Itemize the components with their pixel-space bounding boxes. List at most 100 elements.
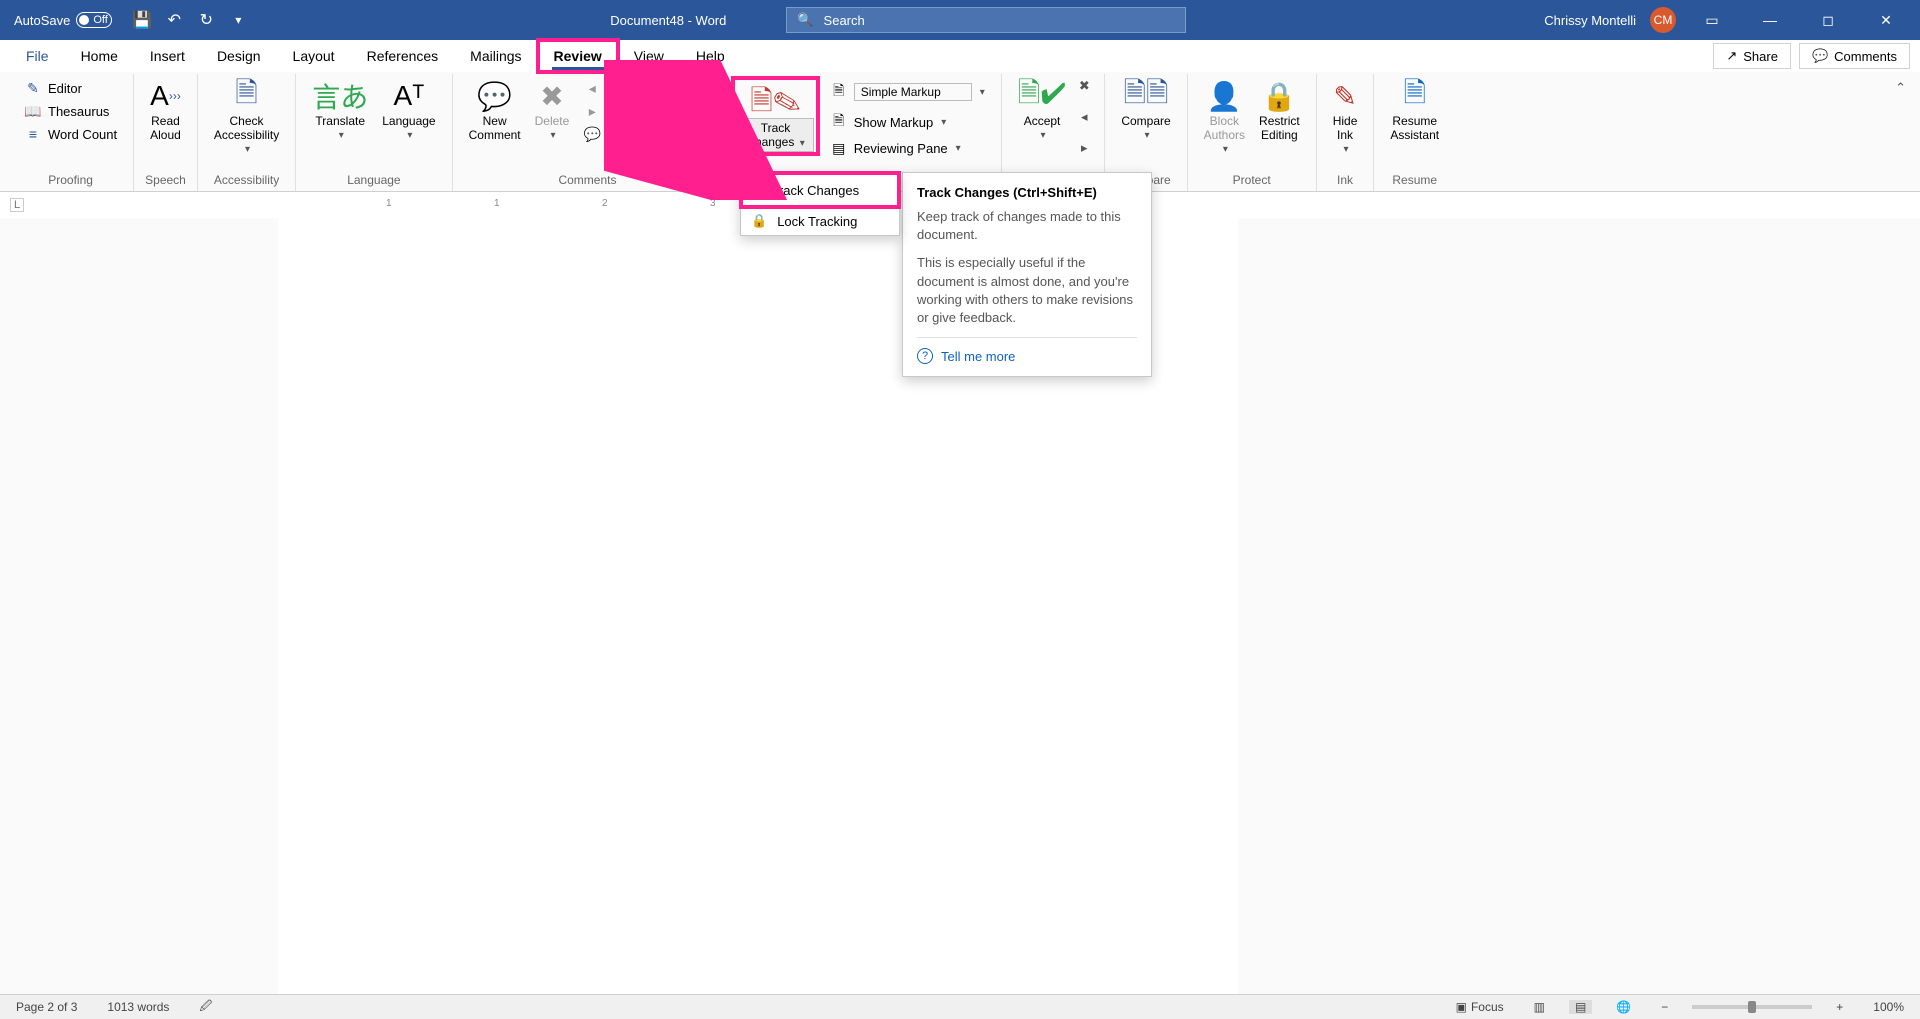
next-change-button[interactable]: ▸: [1074, 140, 1094, 158]
zoom-level[interactable]: 100%: [1867, 1000, 1910, 1014]
tab-home[interactable]: Home: [65, 40, 134, 72]
spell-check-icon[interactable]: 🖉: [193, 997, 218, 1018]
chevron-down-icon: ▾: [407, 130, 412, 141]
document-title: Document48 - Word: [610, 13, 726, 28]
minimize-icon[interactable]: —: [1748, 4, 1792, 36]
new-comment-button[interactable]: 💬New Comment: [463, 78, 527, 158]
qat-more-icon[interactable]: ▾: [224, 6, 252, 34]
lock-icon: 🔒: [1262, 80, 1297, 112]
block-authors-button[interactable]: 👤Block Authors▾: [1198, 78, 1251, 158]
next-comment-button[interactable]: ▸Next: [577, 101, 712, 122]
thesaurus-icon: 📖: [24, 103, 42, 120]
collapse-ribbon-icon[interactable]: ⌃: [1889, 74, 1912, 191]
comments-button[interactable]: 💬Comments: [1799, 43, 1910, 69]
focus-mode-button[interactable]: ▣Focus: [1450, 1000, 1510, 1014]
tab-mailings[interactable]: Mailings: [454, 40, 537, 72]
read-mode-icon[interactable]: ▥: [1528, 1000, 1551, 1014]
search-input[interactable]: 🔍 Search: [786, 7, 1186, 33]
tab-references[interactable]: References: [351, 40, 455, 72]
previous-change-button[interactable]: ◂: [1074, 109, 1094, 127]
editor-button[interactable]: ✎Editor: [18, 78, 123, 99]
tooltip-title: Track Changes (Ctrl+Shift+E): [917, 185, 1137, 200]
show-comments-button[interactable]: 💬Show Comments: [577, 124, 712, 145]
previous-comment-button[interactable]: ◂Previous: [577, 78, 712, 99]
user-name[interactable]: Chrissy Montelli: [1544, 13, 1636, 28]
language-button[interactable]: AᵀLanguage▾: [376, 78, 441, 158]
reviewing-pane-button[interactable]: ▤Reviewing Pane▾: [824, 138, 991, 159]
resume-assistant-button[interactable]: 🗎Resume Assistant: [1384, 78, 1445, 158]
print-layout-icon[interactable]: ▤: [1569, 1000, 1592, 1014]
chevron-down-icon: ▾: [1041, 130, 1046, 141]
tab-selector[interactable]: L: [10, 198, 24, 212]
autosave-control[interactable]: AutoSave Off: [6, 12, 120, 28]
redo-icon[interactable]: ↻: [192, 6, 220, 34]
show-markup-button[interactable]: 🗎Show Markup▾: [824, 108, 991, 136]
group-label: Proofing: [18, 173, 123, 189]
delete-comment-button[interactable]: ✖Delete▾: [529, 78, 576, 158]
comments-icon: 💬: [1812, 48, 1828, 64]
thesaurus-button[interactable]: 📖Thesaurus: [18, 101, 123, 122]
tooltip-text: This is especially useful if the documen…: [917, 254, 1137, 327]
track-changes-tooltip: Track Changes (Ctrl+Shift+E) Keep track …: [902, 172, 1152, 377]
track-changes-menuitem[interactable]: 🗎 Track Changes: [741, 173, 899, 207]
tab-insert[interactable]: Insert: [134, 40, 201, 72]
chevron-down-icon: ▾: [1344, 144, 1349, 155]
autosave-toggle[interactable]: Off: [76, 12, 112, 28]
share-button[interactable]: ↗Share: [1713, 43, 1791, 69]
ribbon-tabs: File Home Insert Design Layout Reference…: [0, 40, 1920, 72]
zoom-out-button[interactable]: −: [1655, 1000, 1674, 1014]
web-layout-icon[interactable]: 🌐: [1610, 1000, 1637, 1014]
lock-icon: 🔒: [751, 213, 767, 229]
translate-button[interactable]: 言あTranslate▾: [306, 78, 374, 158]
chevron-down-icon: ▾: [245, 144, 250, 155]
zoom-in-button[interactable]: +: [1830, 1000, 1849, 1014]
chevron-down-icon: ▾: [980, 87, 985, 98]
tab-review[interactable]: Review: [538, 40, 618, 72]
group-speech: A›››Read Aloud Speech: [134, 74, 198, 191]
avatar[interactable]: CM: [1650, 7, 1676, 33]
titlebar: AutoSave Off 💾 ↶ ↻ ▾ Document48 - Word 🔍…: [0, 0, 1920, 40]
compare-button[interactable]: 🗎🗎Compare▾: [1115, 78, 1176, 158]
show-comments-icon: 💬: [583, 126, 601, 143]
markup-icon: 🗎: [830, 80, 848, 104]
save-icon[interactable]: 💾: [128, 6, 156, 34]
titlebar-right: Chrissy Montelli CM ▭ — ◻ ✕: [1544, 4, 1914, 36]
group-label: Resume: [1384, 173, 1445, 189]
tab-layout[interactable]: Layout: [277, 40, 351, 72]
tell-me-more-link[interactable]: ?Tell me more: [917, 348, 1137, 364]
accept-button[interactable]: 🗎✔Accept▾: [1012, 78, 1073, 158]
resume-icon: 🗎: [1403, 80, 1426, 112]
next-icon: ▸: [583, 103, 601, 120]
read-aloud-button[interactable]: A›››Read Aloud: [144, 78, 187, 158]
tab-file[interactable]: File: [10, 40, 65, 72]
reject-button[interactable]: ✖: [1074, 78, 1094, 96]
tab-design[interactable]: Design: [201, 40, 277, 72]
chevron-down-icon: ▾: [339, 130, 344, 141]
chevron-down-icon: ▾: [550, 130, 555, 141]
new-comment-icon: 💬: [477, 80, 512, 112]
tab-help[interactable]: Help: [680, 40, 741, 72]
language-icon: Aᵀ: [394, 80, 425, 112]
undo-icon[interactable]: ↶: [160, 6, 188, 34]
compare-icon: 🗎🗎: [1123, 80, 1168, 112]
hide-ink-icon: ✎: [1333, 80, 1356, 112]
lock-tracking-menuitem[interactable]: 🔒 Lock Tracking: [741, 207, 899, 235]
track-changes-button[interactable]: 🗎✎ Track Changes ▾: [733, 78, 817, 154]
block-authors-icon: 👤: [1207, 80, 1242, 112]
quick-access-toolbar: 💾 ↶ ↻ ▾: [128, 6, 252, 34]
word-count-button[interactable]: ≡Word Count: [18, 124, 123, 144]
ribbon-display-icon[interactable]: ▭: [1690, 4, 1734, 36]
zoom-slider[interactable]: [1692, 1005, 1812, 1009]
hide-ink-button[interactable]: ✎Hide Ink▾: [1327, 78, 1364, 158]
maximize-icon[interactable]: ◻: [1806, 4, 1850, 36]
restrict-editing-button[interactable]: 🔒Restrict Editing: [1253, 78, 1306, 158]
page-number[interactable]: Page 2 of 3: [10, 1000, 83, 1014]
word-count[interactable]: 1013 words: [101, 1000, 175, 1014]
tab-view[interactable]: View: [618, 40, 680, 72]
delete-comment-icon: ✖: [540, 80, 563, 112]
display-for-review[interactable]: 🗎Simple Markup▾: [824, 78, 991, 106]
close-icon[interactable]: ✕: [1864, 4, 1908, 36]
check-accessibility-button[interactable]: 🗎Check Accessibility▾: [208, 78, 285, 158]
group-protect: 👤Block Authors▾ 🔒Restrict Editing Protec…: [1188, 74, 1317, 191]
search-icon: 🔍: [797, 12, 813, 28]
